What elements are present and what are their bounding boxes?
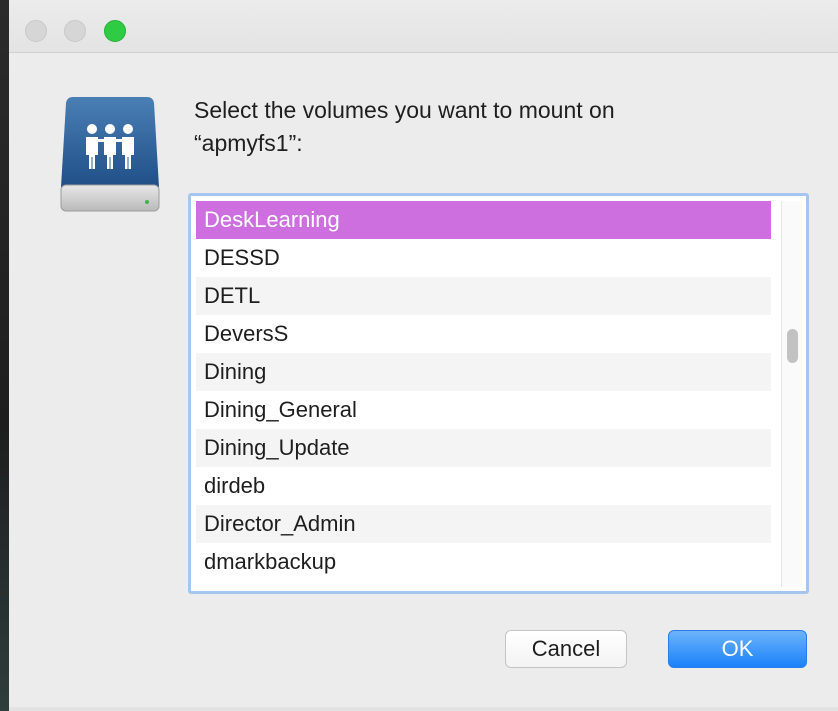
mount-prompt: Select the volumes you want to mount on …	[194, 94, 754, 160]
prompt-line-1: Select the volumes you want to mount on	[194, 97, 615, 123]
desktop-background-edge	[0, 0, 9, 711]
volume-row[interactable]: DETL	[196, 277, 771, 315]
volume-row[interactable]: dirdeb	[196, 467, 771, 505]
volume-row[interactable]: DESSD	[196, 239, 771, 277]
network-server-icon	[60, 97, 160, 212]
window-bottom-edge	[9, 707, 838, 711]
volume-row[interactable]: DeversS	[196, 315, 771, 353]
cancel-button[interactable]: Cancel	[505, 630, 627, 668]
scrollbar-thumb[interactable]	[787, 329, 798, 363]
volume-row-selected[interactable]: DeskLearning	[196, 201, 771, 239]
volume-list[interactable]: DeskLearning DESSD DETL DeversS Dining D…	[196, 201, 771, 587]
prompt-server-name: “apmyfs1”:	[194, 130, 303, 156]
volume-row[interactable]: Dining_General	[196, 391, 771, 429]
volume-row[interactable]: Director_Admin	[196, 505, 771, 543]
minimize-window-button[interactable]	[64, 20, 86, 42]
volume-row[interactable]: Dining_Update	[196, 429, 771, 467]
volume-row[interactable]: Dining	[196, 353, 771, 391]
zoom-window-button[interactable]	[104, 20, 126, 42]
close-window-button[interactable]	[25, 20, 47, 42]
title-bar[interactable]	[9, 0, 838, 53]
volume-list-box[interactable]: DeskLearning DESSD DETL DeversS Dining D…	[188, 193, 809, 594]
volume-list-scrollbar[interactable]	[781, 201, 802, 587]
ok-button[interactable]: OK	[668, 630, 807, 668]
volume-row[interactable]: dmarkbackup	[196, 543, 771, 581]
mount-volumes-dialog: Select the volumes you want to mount on …	[9, 0, 838, 711]
